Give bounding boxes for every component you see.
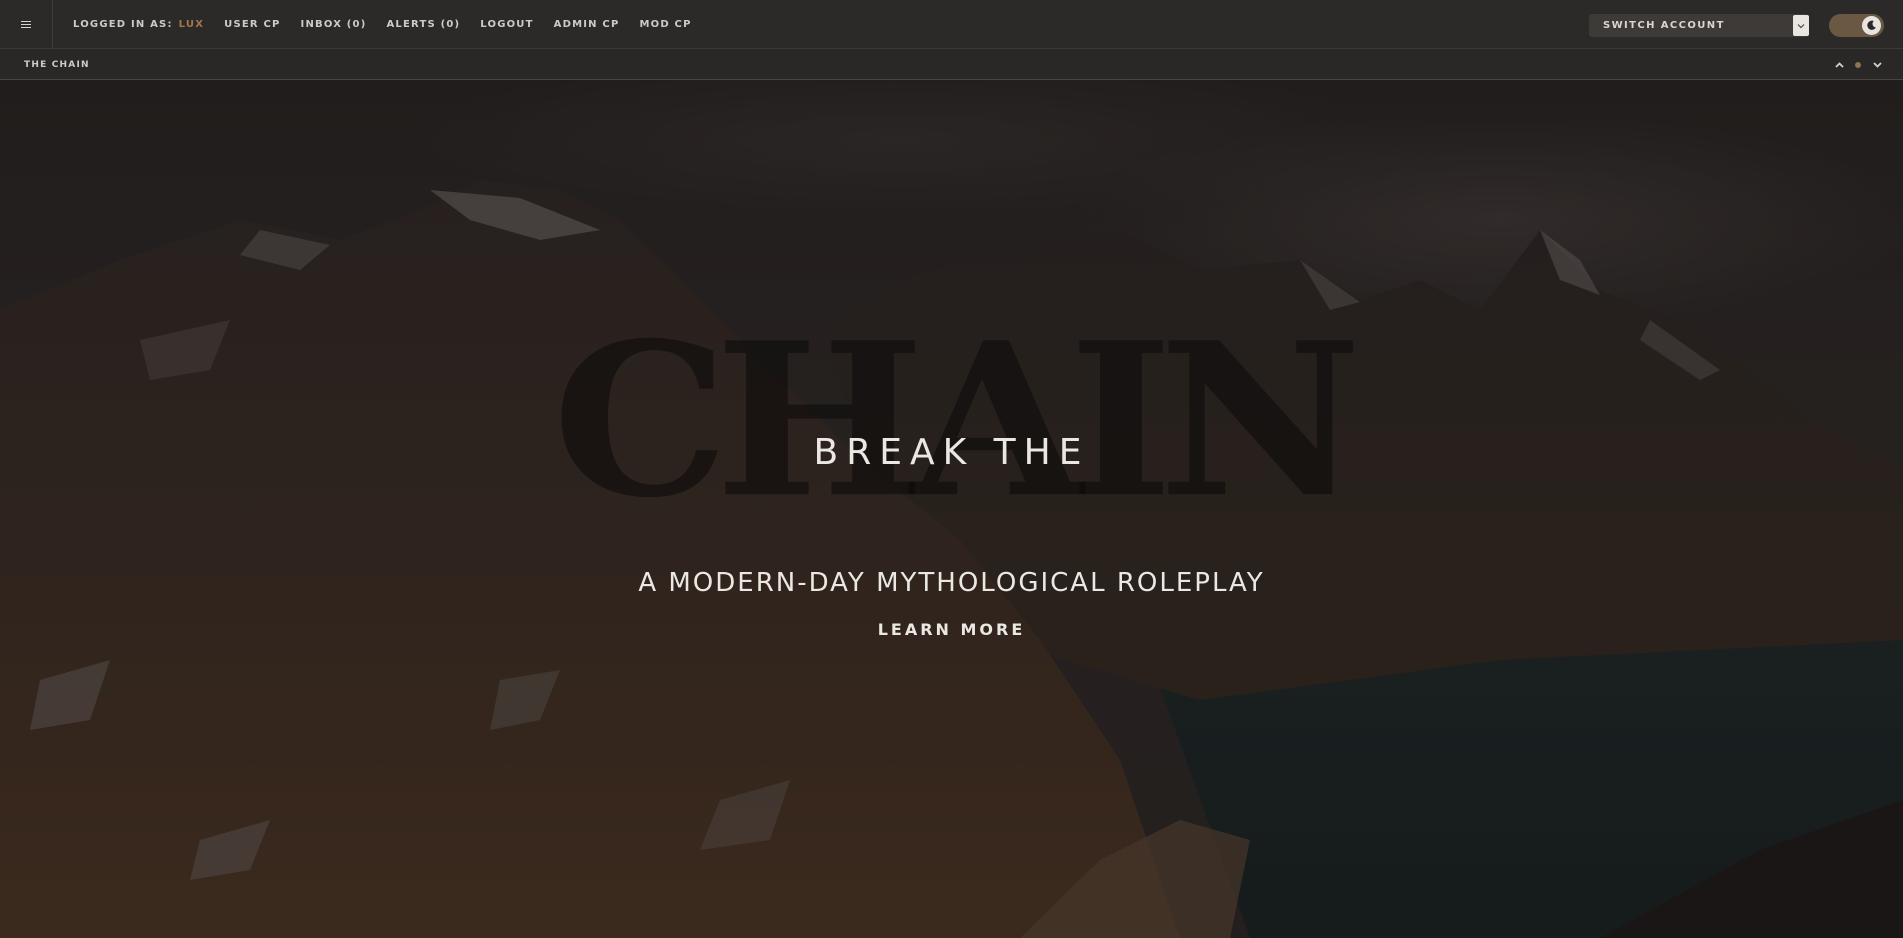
nav-alerts[interactable]: ALERTS (0) (386, 19, 460, 30)
nav-admin-cp[interactable]: ADMIN CP (554, 19, 620, 30)
breadcrumb[interactable]: THE CHAIN (24, 49, 90, 80)
hero-tagline: A MODERN-DAY MYTHOLOGICAL ROLEPLAY (638, 568, 1265, 598)
breadcrumb-bar: THE CHAIN (0, 49, 1903, 80)
learn-more-link[interactable]: LEARN MORE (860, 620, 1043, 639)
chevron-up-icon (1834, 61, 1844, 68)
hero-headline: BREAK THE (813, 432, 1090, 473)
nav-logout[interactable]: LOGOUT (480, 19, 533, 30)
nav-mod-cp[interactable]: MOD CP (640, 19, 692, 30)
switch-account-label: SWITCH ACCOUNT (1603, 20, 1725, 31)
menu-icon (21, 20, 31, 29)
header-controls (1834, 49, 1882, 80)
dot-icon (1855, 61, 1861, 68)
login-status: LOGGED IN AS: LUX (73, 19, 204, 30)
expand-button[interactable] (1872, 60, 1882, 70)
hero-banner: CHAIN BREAK THE A MODERN-DAY MYTHOLOGICA… (0, 80, 1903, 938)
moon-icon (1862, 16, 1881, 35)
user-nav: LOGGED IN AS: LUX USER CP INBOX (0) ALER… (73, 0, 712, 49)
switch-account-select[interactable]: SWITCH ACCOUNT (1589, 14, 1809, 37)
login-label: LOGGED IN AS: (73, 19, 173, 30)
nav-inbox[interactable]: INBOX (0) (301, 19, 367, 30)
menu-button[interactable] (0, 0, 53, 49)
nav-user-cp[interactable]: USER CP (224, 19, 280, 30)
hero-ghost-title: CHAIN (552, 297, 1361, 545)
center-button[interactable] (1853, 60, 1863, 70)
collapse-button[interactable] (1834, 60, 1844, 70)
chevron-down-icon (1872, 61, 1882, 68)
username-link[interactable]: LUX (179, 19, 204, 30)
chevron-down-icon (1793, 15, 1809, 36)
theme-toggle[interactable] (1829, 14, 1884, 37)
top-bar: LOGGED IN AS: LUX USER CP INBOX (0) ALER… (0, 0, 1903, 49)
